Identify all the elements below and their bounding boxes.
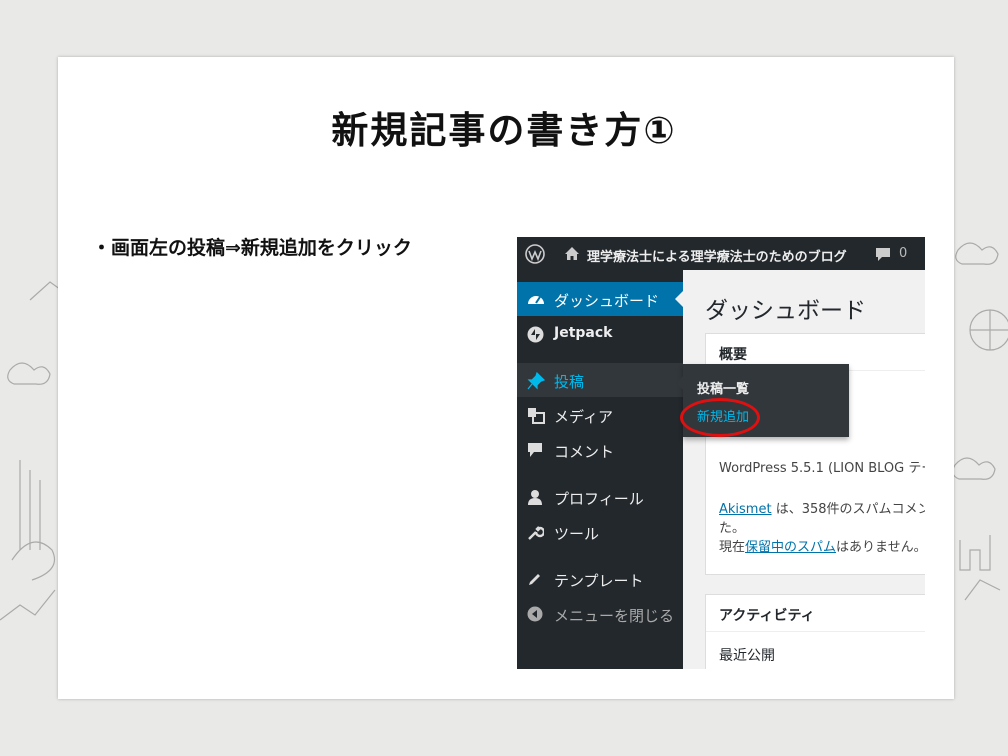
menu-collapse-button[interactable]: メニューを閉じる	[517, 597, 683, 631]
pending-spam-link[interactable]: 保留中のスパム	[745, 540, 836, 555]
menu-label: メニューを閉じる	[554, 607, 675, 625]
akismet-text-continued: た。	[719, 521, 746, 536]
menu-label: プロフィール	[554, 490, 644, 508]
jetpack-icon	[527, 326, 544, 343]
menu-item-tools[interactable]: ツール	[517, 515, 683, 549]
brush-icon	[529, 574, 540, 585]
menu-item-profile[interactable]: プロフィール	[517, 480, 683, 514]
pending-prefix: 現在	[719, 540, 746, 555]
menu-label: コメント	[554, 443, 615, 461]
activity-title[interactable]: アクティビティ	[719, 605, 815, 625]
wrench-icon	[528, 526, 544, 540]
recent-published-label: 最近公開	[719, 648, 775, 664]
menu-label: ダッシュボード	[554, 292, 660, 310]
home-icon[interactable]	[564, 246, 580, 261]
comment-icon	[528, 443, 542, 457]
akismet-text: は、358件のスパムコメン	[771, 502, 925, 517]
menu-label: メディア	[554, 408, 613, 426]
menu-item-dashboard[interactable]: ダッシュボード	[517, 282, 683, 316]
comment-bubble-icon[interactable]	[875, 247, 891, 262]
instruction-bullet: ・画面左の投稿⇒新規追加をクリック	[92, 237, 412, 259]
pending-suffix: はありません。	[836, 540, 925, 555]
wp-version-text: WordPress 5.5.1 (LION BLOG テーマ	[719, 461, 925, 476]
wordpress-logo-icon[interactable]	[525, 244, 545, 264]
akismet-line: Akismet は、358件のスパムコメン	[719, 498, 925, 517]
overview-title[interactable]: 概要	[719, 344, 747, 364]
menu-item-posts[interactable]: 投稿	[517, 363, 683, 397]
media-icon	[528, 408, 545, 424]
slide-title: 新規記事の書き方①	[331, 109, 677, 152]
admin-sidebar: ダッシュボード Jetpack 投稿 メディア コメント プロフィール ツール …	[517, 270, 683, 669]
akismet-link[interactable]: Akismet	[719, 502, 772, 517]
pending-spam-line: 現在保留中のスパムはありません。	[719, 536, 925, 555]
site-name-link[interactable]: 理学療法士による理学療法士のためのブログ	[587, 246, 847, 265]
menu-label: テンプレート	[554, 572, 644, 590]
wordpress-screenshot: 理学療法士による理学療法士のためのブログ 0 ダッシュボード Jetpack 投…	[517, 237, 925, 669]
menu-label: Jetpack	[554, 325, 613, 341]
user-icon	[528, 490, 542, 505]
menu-label: ツール	[554, 525, 600, 543]
menu-item-jetpack[interactable]: Jetpack	[517, 317, 683, 351]
menu-item-templates[interactable]: テンプレート	[517, 562, 683, 596]
collapse-icon	[527, 606, 543, 622]
menu-label: 投稿	[554, 373, 585, 391]
admin-bar: 理学療法士による理学療法士のためのブログ 0	[517, 237, 925, 270]
menu-item-media[interactable]: メディア	[517, 398, 683, 432]
pin-icon	[527, 372, 545, 390]
menu-item-comments[interactable]: コメント	[517, 433, 683, 467]
dashboard-icon	[528, 296, 544, 304]
panel-divider	[706, 631, 925, 632]
highlight-circle	[680, 398, 760, 437]
submenu-all-posts[interactable]: 投稿一覧	[697, 378, 749, 397]
comment-count[interactable]: 0	[899, 246, 907, 261]
page-heading: ダッシュボード	[705, 298, 866, 324]
activity-panel: アクティビティ 最近公開	[705, 594, 925, 669]
